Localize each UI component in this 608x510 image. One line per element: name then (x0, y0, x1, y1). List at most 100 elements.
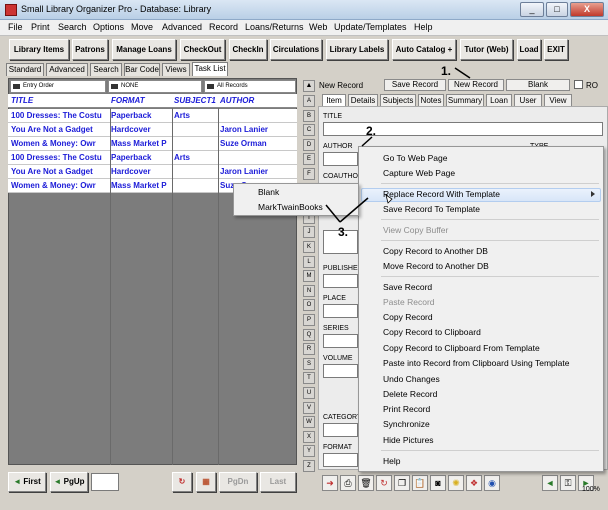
close-button[interactable]: X (570, 2, 604, 17)
tab-views[interactable]: Views (162, 63, 190, 76)
letter-j-button[interactable]: J (303, 226, 315, 239)
scroll-up-icon[interactable]: ▲ (303, 80, 315, 92)
menu-item-paste-into-record-from-clipboard-using-template[interactable]: Paste into Record from Clipboard Using T… (383, 358, 569, 368)
letter-b-button[interactable]: B (303, 109, 315, 122)
menu-item-save-record-to-template[interactable]: Save Record To Template (383, 204, 480, 214)
refresh-icon[interactable]: ↻ (376, 475, 392, 491)
menu-search[interactable]: Search (58, 22, 87, 32)
table-row[interactable]: You Are Not a Gadget Hardcover Jaron Lan… (8, 165, 297, 179)
column-title[interactable]: TITLE (11, 96, 33, 105)
menu-item-replace-record-with-template[interactable]: Replace Record With Template (383, 189, 500, 199)
blank-button[interactable]: Blank (506, 79, 570, 91)
menu-update-templates[interactable]: Update/Templates (334, 22, 407, 32)
pgup-button[interactable]: ◄ PgUp (50, 472, 88, 492)
record-number-input[interactable] (91, 473, 119, 491)
tab-standard[interactable]: Standard (6, 63, 44, 76)
letter-t-button[interactable]: T (303, 372, 315, 385)
tab-subjects[interactable]: Subjects (380, 94, 416, 106)
menu-file[interactable]: File (8, 22, 23, 32)
menu-web[interactable]: Web (309, 22, 327, 32)
submenu-item-marktwainbooks[interactable]: MarkTwainBooks (258, 202, 323, 212)
letter-v-button[interactable]: V (303, 401, 315, 414)
minimize-button[interactable]: _ (520, 2, 544, 17)
menu-options[interactable]: Options (93, 22, 124, 32)
table-row[interactable]: Women & Money: Owr Mass Market P Suze Or… (8, 137, 297, 151)
letter-x-button[interactable]: X (303, 430, 315, 443)
letter-s-button[interactable]: S (303, 357, 315, 370)
menu-item-help[interactable]: Help (383, 456, 400, 466)
globe-icon[interactable]: ◉ (484, 475, 500, 491)
letter-r-button[interactable]: R (303, 343, 315, 356)
bulb-icon[interactable]: ✺ (448, 475, 464, 491)
menu-item-copy-record-to-clipboard[interactable]: Copy Record to Clipboard (383, 327, 481, 337)
letter-f-button[interactable]: F (303, 168, 315, 180)
menu-print[interactable]: Print (31, 22, 50, 32)
menu-advanced[interactable]: Advanced (162, 22, 202, 32)
back-arrow-icon[interactable]: ➜ (322, 475, 338, 491)
paste-icon[interactable]: 📋 (412, 475, 428, 491)
category-field[interactable] (323, 423, 358, 437)
column-subject1[interactable]: SUBJECT1 (174, 96, 216, 105)
menu-item-copy-record-to-another-db[interactable]: Copy Record to Another DB (383, 246, 488, 256)
tab-loan[interactable]: Loan (486, 94, 512, 106)
tab-item[interactable]: Item (322, 94, 346, 106)
manage-loans-button[interactable]: Manage Loans (112, 39, 176, 60)
refresh-icon[interactable]: ↻ (172, 472, 192, 492)
menu-item-paste-record[interactable]: Paste Record (383, 297, 435, 307)
filter-select[interactable]: NONE (108, 80, 202, 93)
format-field[interactable] (323, 453, 358, 467)
circulations-button[interactable]: Circulations (270, 39, 322, 60)
menu-item-copy-record[interactable]: Copy Record (383, 312, 433, 322)
menu-item-hide-pictures[interactable]: Hide Pictures (383, 435, 434, 445)
camera-icon[interactable]: ◙ (430, 475, 446, 491)
author-field[interactable] (323, 152, 358, 166)
menu-item-view-copy-buffer[interactable]: View Copy Buffer (383, 225, 448, 235)
column-format[interactable]: FORMAT (111, 96, 145, 105)
tab-advanced[interactable]: Advanced (46, 63, 88, 76)
auto-catalog-button[interactable]: Auto Catalog + (392, 39, 456, 60)
library-items-button[interactable]: Library Items (9, 39, 69, 60)
letter-q-button[interactable]: Q (303, 328, 315, 341)
ro-checkbox[interactable] (574, 80, 583, 89)
tab-summary[interactable]: Summary (446, 94, 484, 106)
menu-item-copy-record-to-clipboard-from-template[interactable]: Copy Record to Clipboard From Template (383, 343, 540, 353)
menu-record[interactable]: Record (209, 22, 238, 32)
tab-notes[interactable]: Notes (418, 94, 444, 106)
menu-help[interactable]: Help (414, 22, 433, 32)
tab-search[interactable]: Search (90, 63, 122, 76)
letter-l-button[interactable]: L (303, 255, 315, 268)
menu-item-print-record[interactable]: Print Record (383, 404, 430, 414)
table-row[interactable]: You Are Not a Gadget Hardcover Jaron Lan… (8, 123, 297, 137)
series-field[interactable] (323, 334, 358, 348)
publisher-field[interactable] (323, 274, 358, 288)
menu-item-undo-changes[interactable]: Undo Changes (383, 374, 440, 384)
print-icon[interactable]: ⎙ (340, 475, 356, 491)
column-author[interactable]: AUTHOR (220, 96, 254, 105)
table-row[interactable]: 100 Dresses: The Costu Paperback Arts (8, 109, 297, 123)
letter-o-button[interactable]: O (303, 299, 315, 312)
exit-button[interactable]: EXIT (544, 39, 568, 60)
menu-item-synchronize[interactable]: Synchronize (383, 419, 430, 429)
tab-user[interactable]: User (514, 94, 542, 106)
menu-item-capture-web-page[interactable]: Capture Web Page (383, 168, 455, 178)
tutor-web-button[interactable]: Tutor (Web) (460, 39, 513, 60)
menu-move[interactable]: Move (131, 22, 153, 32)
checkin-button[interactable]: CheckIn (229, 39, 267, 60)
last-button[interactable]: Last (260, 472, 296, 492)
letter-c-button[interactable]: C (303, 124, 315, 137)
tab-details[interactable]: Details (348, 94, 378, 106)
tab-bar-code[interactable]: Bar Code (124, 63, 160, 76)
trash-icon[interactable]: 🗑 (358, 475, 374, 491)
letter-d-button[interactable]: D (303, 138, 315, 151)
key-icon[interactable]: ⚿ (560, 475, 576, 491)
grid-icon[interactable]: ▦ (196, 472, 216, 492)
letter-k-button[interactable]: K (303, 241, 315, 253)
bookmark-icon[interactable]: ❖ (466, 475, 482, 491)
records-select[interactable]: All Records (204, 80, 296, 93)
new-record-button[interactable]: New Record (448, 79, 504, 91)
place-field[interactable] (323, 304, 358, 318)
save-record-button[interactable]: Save Record (384, 79, 446, 91)
title-field[interactable] (323, 122, 603, 136)
menu-item-move-record-to-another-db[interactable]: Move Record to Another DB (383, 261, 489, 271)
prev-icon[interactable]: ◄ (542, 475, 558, 491)
